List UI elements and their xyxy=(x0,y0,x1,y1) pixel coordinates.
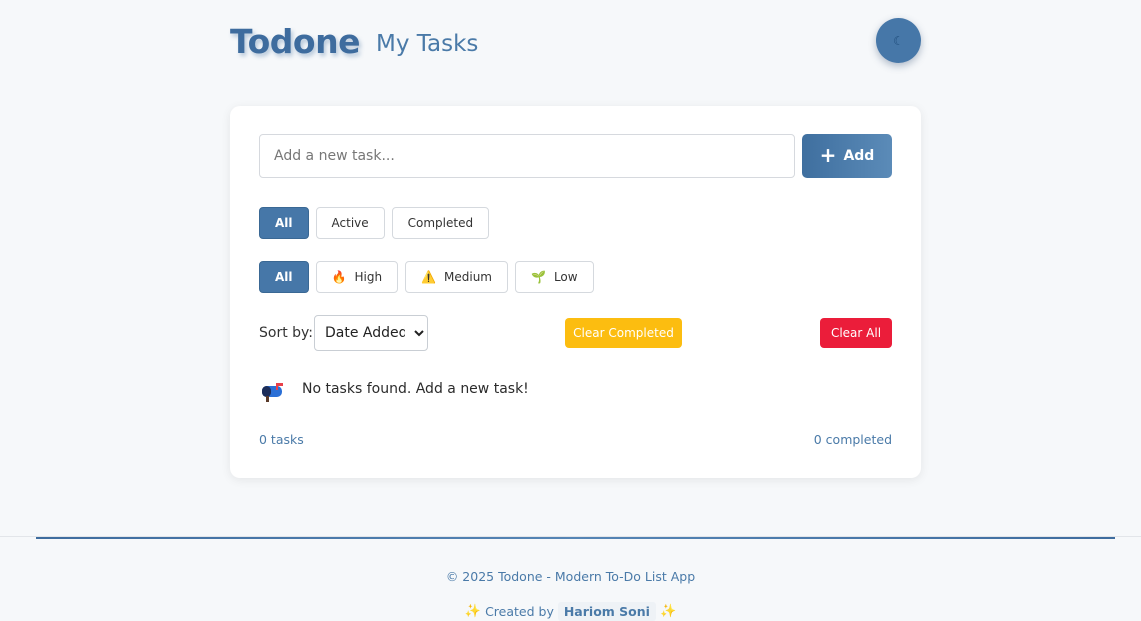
priority-all-label: All xyxy=(275,270,293,284)
footer-credit: ✨ Created by Hariom Soni ✨ xyxy=(0,602,1141,621)
filter-all-label: All xyxy=(275,216,293,230)
filter-completed-label: Completed xyxy=(407,216,474,230)
moon-icon: ☾ xyxy=(893,33,904,48)
footer-copyright: © 2025 Todone - Modern To-Do List App xyxy=(445,569,696,584)
filter-all[interactable]: All xyxy=(259,207,309,239)
priority-filter-low[interactable]: 🌱 Low xyxy=(515,261,594,293)
priority-medium-label: Medium xyxy=(444,270,492,284)
filter-completed[interactable]: Completed xyxy=(391,207,490,239)
sort-label: Sort by: xyxy=(259,325,314,341)
completed-count: 0 completed xyxy=(813,432,892,447)
seedling-icon: 🌱 xyxy=(531,270,546,284)
new-task-input[interactable] xyxy=(259,134,795,178)
filter-active-label: Active xyxy=(331,216,369,230)
priority-filter-high[interactable]: 🔥 High xyxy=(315,261,399,293)
clear-all-button[interactable]: Clear All xyxy=(820,318,892,348)
mailbox-icon xyxy=(262,383,283,402)
todo-card: + Add All Active Completed All 🔥 High ⚠️… xyxy=(230,106,921,478)
priority-high-label: High xyxy=(354,270,383,284)
theme-toggle-button[interactable]: ☾ xyxy=(876,18,921,63)
filter-active[interactable]: Active xyxy=(315,207,385,239)
sort-select[interactable]: Date Added xyxy=(314,315,428,351)
app-logo: Todone xyxy=(230,22,360,61)
priority-low-label: Low xyxy=(553,270,578,284)
add-button-label: Add xyxy=(843,148,875,164)
priority-filter-medium[interactable]: ⚠️ Medium xyxy=(405,261,508,293)
page-title: My Tasks xyxy=(376,31,479,57)
created-by-text: Created by xyxy=(485,604,554,619)
footer-divider xyxy=(36,537,1115,539)
status-filter-group: All Active Completed xyxy=(259,207,490,239)
plus-icon: + xyxy=(819,143,837,167)
priority-filter-group: All 🔥 High ⚠️ Medium 🌱 Low xyxy=(259,261,594,293)
priority-filter-all[interactable]: All xyxy=(259,261,309,293)
sparkle-icon: ✨ xyxy=(464,604,482,619)
sparkle-icon: ✨ xyxy=(659,604,677,619)
empty-state-text: No tasks found. Add a new task! xyxy=(302,381,529,397)
fire-icon: 🔥 xyxy=(331,270,347,284)
app-header: Todone My Tasks ☾ xyxy=(230,18,921,64)
task-controls: Sort by: Date Added Clear Completed Clea… xyxy=(259,315,892,351)
author-link[interactable]: Hariom Soni xyxy=(557,602,656,621)
task-count: 0 tasks xyxy=(259,432,304,447)
add-task-button[interactable]: + Add xyxy=(802,134,892,178)
warning-icon: ⚠️ xyxy=(421,270,437,284)
clear-completed-button[interactable]: Clear Completed xyxy=(565,318,682,348)
